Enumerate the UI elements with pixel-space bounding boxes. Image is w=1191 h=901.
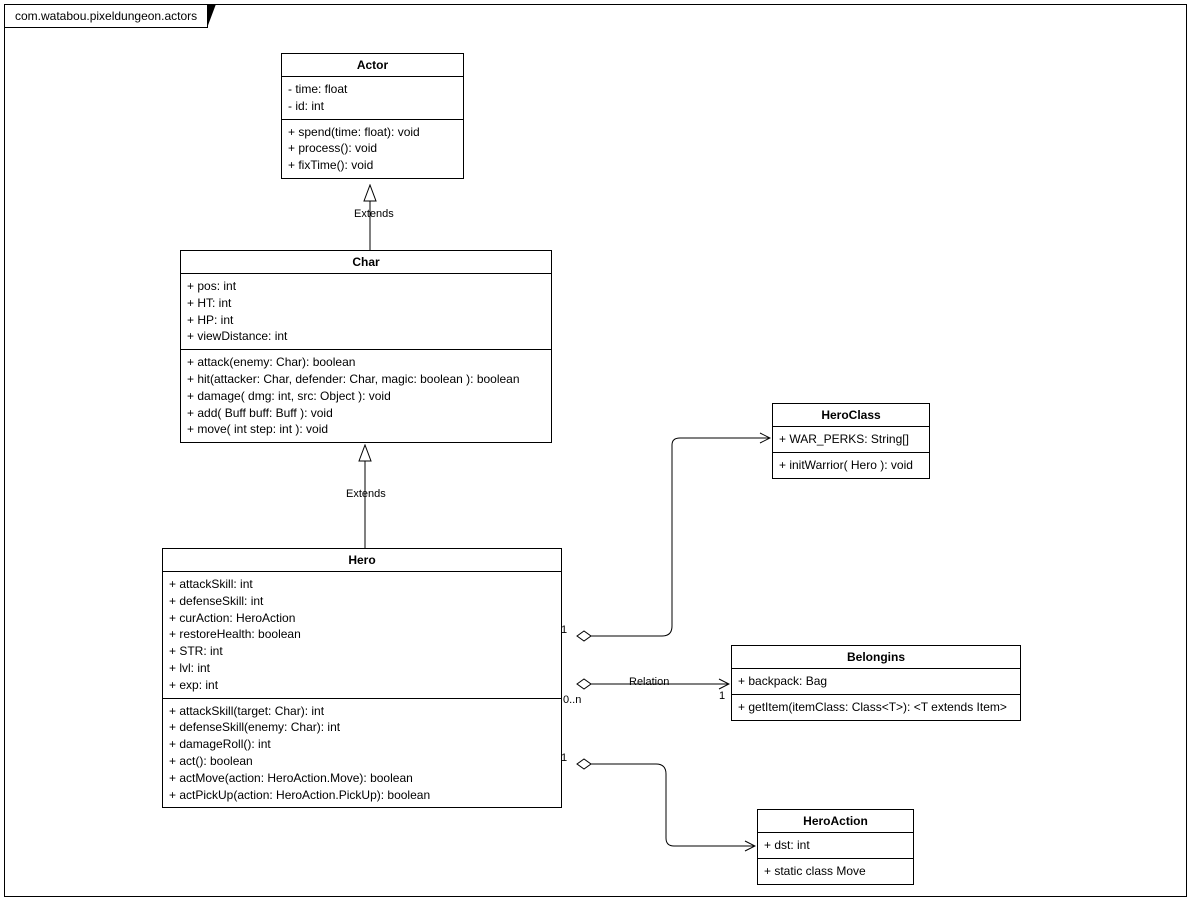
class-actor-ops: + spend(time: float): void + process(): … [282,120,463,178]
attr: + lvl: int [169,660,555,677]
attr: - time: float [288,81,457,98]
class-actor-title: Actor [282,54,463,77]
attr: + WAR_PERKS: String[] [779,431,923,448]
class-belongings-ops: + getItem(itemClass: Class<T>): <T exten… [732,695,1020,720]
attr: + attackSkill: int [169,576,555,593]
class-heroclass-ops: + initWarrior( Hero ): void [773,453,929,478]
op: + process(): void [288,140,457,157]
class-hero-title: Hero [163,549,561,572]
op: + static class Move [764,863,907,880]
op: + damage( dmg: int, src: Object ): void [187,388,545,405]
extends-label-2: Extends [346,488,386,500]
class-actor: Actor - time: float - id: int + spend(ti… [281,53,464,179]
op: + defenseSkill(enemy: Char): int [169,719,555,736]
class-belongings: Belongins + backpack: Bag + getItem(item… [731,645,1021,721]
mult-0n: 0..n [563,694,581,706]
class-heroaction-ops: + static class Move [758,859,913,884]
class-heroclass: HeroClass + WAR_PERKS: String[] + initWa… [772,403,930,479]
op: + hit(attacker: Char, defender: Char, ma… [187,371,545,388]
class-heroaction-title: HeroAction [758,810,913,833]
class-belongings-attrs: + backpack: Bag [732,669,1020,695]
class-heroaction: HeroAction + dst: int + static class Mov… [757,809,914,885]
attr: + HP: int [187,312,545,329]
mult-1-heroclass: 1 [561,624,567,636]
op: + fixTime(): void [288,157,457,174]
attr: + STR: int [169,643,555,660]
attr: + pos: int [187,278,545,295]
attr: + HT: int [187,295,545,312]
extends-label-1: Extends [354,208,394,220]
package-name: com.watabou.pixeldungeon.actors [15,9,197,23]
class-char-ops: + attack(enemy: Char): boolean + hit(att… [181,350,551,442]
mult-1-heroaction: 1 [561,752,567,764]
class-heroclass-attrs: + WAR_PERKS: String[] [773,427,929,453]
op: + damageRoll(): int [169,736,555,753]
attr: + viewDistance: int [187,328,545,345]
op: + actMove(action: HeroAction.Move): bool… [169,770,555,787]
class-heroaction-attrs: + dst: int [758,833,913,859]
class-hero-ops: + attackSkill(target: Char): int + defen… [163,699,561,808]
attr: + defenseSkill: int [169,593,555,610]
attr: + exp: int [169,677,555,694]
attr: + curAction: HeroAction [169,610,555,627]
mult-1-belongings: 1 [719,690,725,702]
op: + attackSkill(target: Char): int [169,703,555,720]
attr: - id: int [288,98,457,115]
class-belongings-title: Belongins [732,646,1020,669]
op: + spend(time: float): void [288,124,457,141]
class-hero-attrs: + attackSkill: int + defenseSkill: int +… [163,572,561,699]
op: + act(): boolean [169,753,555,770]
op: + actPickUp(action: HeroAction.PickUp): … [169,787,555,804]
class-char-title: Char [181,251,551,274]
attr: + dst: int [764,837,907,854]
op: + add( Buff buff: Buff ): void [187,405,545,422]
class-heroclass-title: HeroClass [773,404,929,427]
op: + move( int step: int ): void [187,421,545,438]
op: + attack(enemy: Char): boolean [187,354,545,371]
op: + initWarrior( Hero ): void [779,457,923,474]
class-actor-attrs: - time: float - id: int [282,77,463,120]
class-char-attrs: + pos: int + HT: int + HP: int + viewDis… [181,274,551,350]
attr: + backpack: Bag [738,673,1014,690]
op: + getItem(itemClass: Class<T>): <T exten… [738,699,1014,716]
package-tab: com.watabou.pixeldungeon.actors [4,4,208,28]
attr: + restoreHealth: boolean [169,626,555,643]
class-hero: Hero + attackSkill: int + defenseSkill: … [162,548,562,808]
relation-label: Relation [629,676,669,688]
class-char: Char + pos: int + HT: int + HP: int + vi… [180,250,552,443]
